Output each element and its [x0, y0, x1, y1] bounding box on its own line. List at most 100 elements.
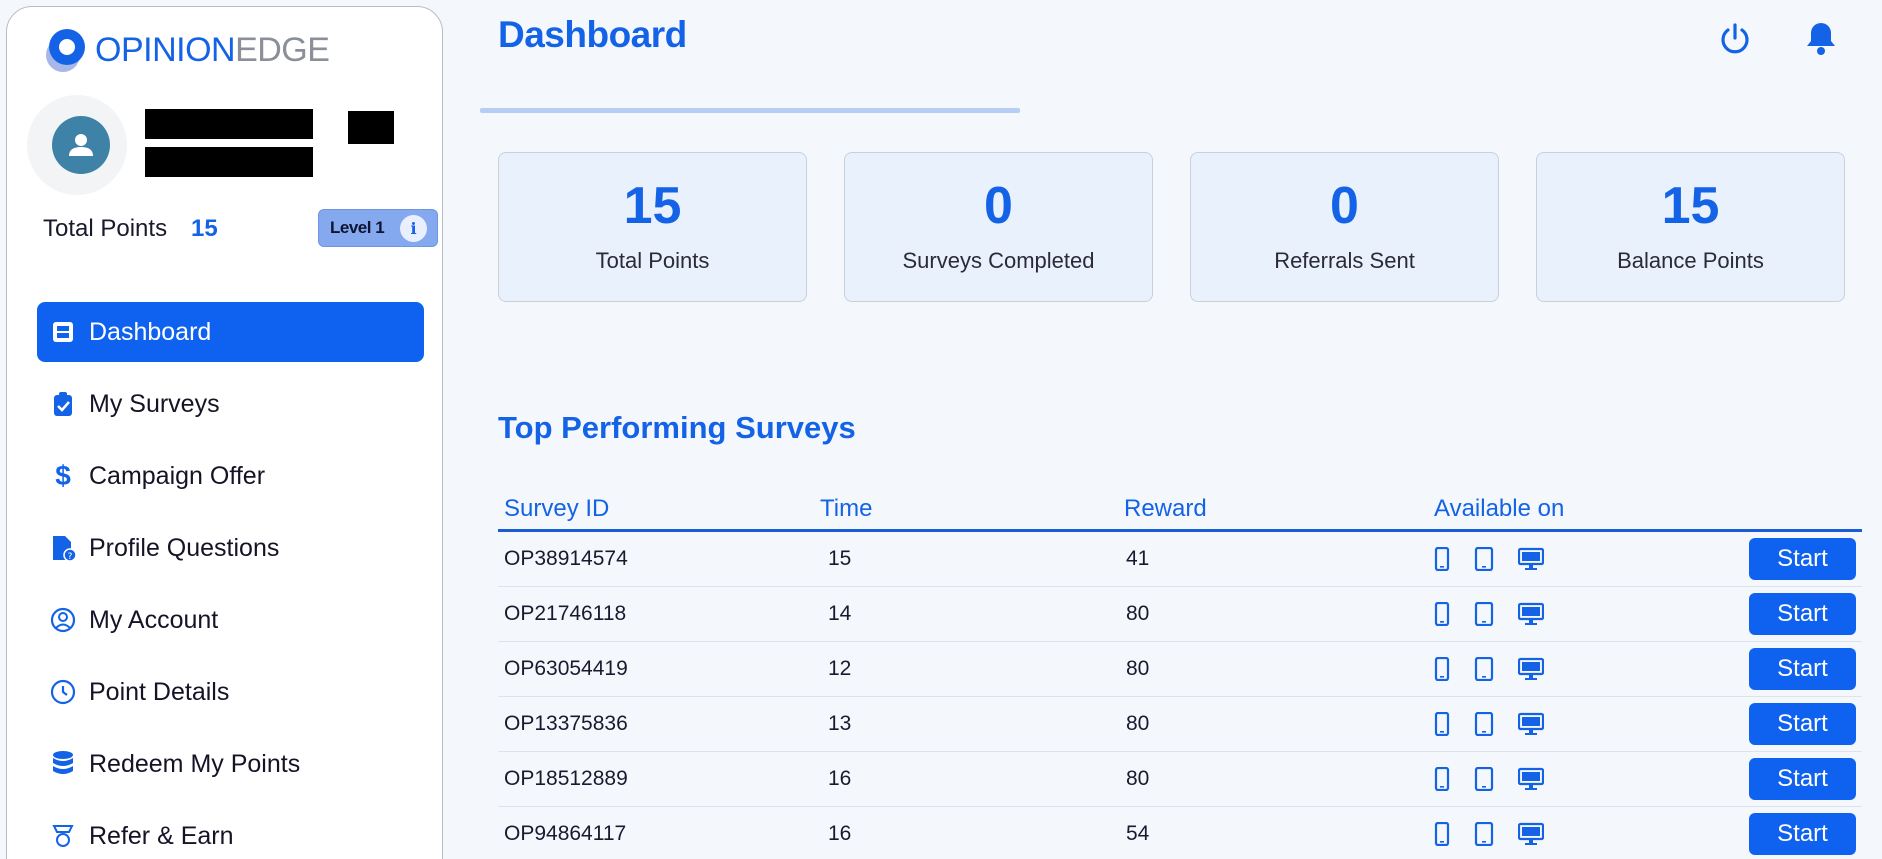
- clipboard-check-icon: [47, 388, 79, 420]
- reward-cell: 80: [1126, 657, 1150, 680]
- table-body: OP38914574 15 41 Start OP21746118 14 80: [498, 532, 1862, 859]
- column-header-survey-id: Survey ID: [504, 494, 610, 522]
- sidebar-item-label: My Account: [89, 605, 219, 634]
- info-icon[interactable]: i: [400, 215, 427, 242]
- desktop-icon: [1518, 602, 1544, 626]
- stats-row: 15 Total Points 0 Surveys Completed 0 Re…: [498, 152, 1845, 302]
- desktop-icon: [1518, 822, 1544, 846]
- start-survey-button[interactable]: Start: [1749, 538, 1856, 580]
- table-row: OP13375836 13 80 Start: [498, 697, 1862, 752]
- database-icon: [47, 748, 79, 780]
- points-row: Total Points 15 Level 1 i: [43, 209, 439, 249]
- sidebar-item-label: My Surveys: [89, 389, 220, 418]
- sidebar-item-label: Point Details: [89, 677, 230, 706]
- tablet-icon: [1474, 822, 1494, 846]
- sidebar-item-my-surveys[interactable]: My Surveys: [37, 374, 424, 434]
- redacted-block: [348, 111, 394, 144]
- section-title: Top Performing Surveys: [498, 410, 856, 445]
- desktop-icon: [1518, 657, 1544, 681]
- page-title: Dashboard: [498, 14, 687, 55]
- stat-label: Surveys Completed: [902, 248, 1095, 273]
- devices-cell: [1434, 712, 1696, 736]
- title-underline: [480, 108, 1020, 113]
- sidebar-item-point-details[interactable]: Point Details: [37, 662, 424, 722]
- table-row: OP94864117 16 54 Start: [498, 807, 1862, 859]
- time-cell: 16: [828, 822, 852, 845]
- action-cell: Start: [1696, 703, 1862, 745]
- start-survey-button[interactable]: Start: [1749, 593, 1856, 635]
- mobile-icon: [1434, 547, 1450, 571]
- sidebar-item-label: Dashboard: [89, 317, 212, 346]
- action-cell: Start: [1696, 648, 1862, 690]
- desktop-icon: [1518, 767, 1544, 791]
- reward-cell: 54: [1126, 822, 1150, 845]
- sidebar-item-redeem[interactable]: Redeem My Points: [37, 734, 424, 794]
- file-question-icon: ?: [47, 532, 79, 564]
- survey-id-cell: OP63054419: [504, 657, 628, 680]
- column-header-time: Time: [820, 494, 873, 522]
- stat-card-total-points: 15 Total Points: [498, 152, 807, 302]
- table-row: OP21746118 14 80 Start: [498, 587, 1862, 642]
- clock-icon: [47, 676, 79, 708]
- action-cell: Start: [1696, 538, 1862, 580]
- stat-label: Referrals Sent: [1274, 248, 1415, 273]
- reward-cell: 80: [1126, 767, 1150, 790]
- tablet-icon: [1474, 712, 1494, 736]
- user-icon: [69, 134, 93, 156]
- sidebar-item-campaign-offer[interactable]: $ Campaign Offer: [37, 446, 424, 506]
- sidebar-item-refer-earn[interactable]: Refer & Earn: [37, 806, 424, 859]
- sidebar: OPINIONEDGE Total Points 15 Level 1 i Da…: [6, 6, 443, 859]
- stat-card-balance-points: 15 Balance Points: [1536, 152, 1845, 302]
- start-survey-button[interactable]: Start: [1749, 703, 1856, 745]
- stat-card-surveys-completed: 0 Surveys Completed: [844, 152, 1153, 302]
- bell-icon[interactable]: [1801, 18, 1841, 58]
- level-badge[interactable]: Level 1 i: [318, 209, 438, 247]
- desktop-icon: [1518, 547, 1544, 571]
- start-survey-button[interactable]: Start: [1749, 648, 1856, 690]
- stat-value: 15: [1661, 177, 1720, 235]
- power-icon[interactable]: [1715, 18, 1755, 58]
- brand-logo[interactable]: OPINIONEDGE: [43, 25, 330, 75]
- survey-id-cell: OP13375836: [504, 712, 628, 735]
- total-points-value: 15: [191, 215, 218, 242]
- total-points-label: Total Points: [43, 215, 168, 242]
- sidebar-nav: Dashboard My Surveys $ Campaign Offer ? …: [37, 302, 424, 859]
- start-survey-button[interactable]: Start: [1749, 813, 1856, 855]
- time-cell: 13: [828, 712, 852, 735]
- mobile-icon: [1434, 712, 1450, 736]
- start-survey-button[interactable]: Start: [1749, 758, 1856, 800]
- stat-label: Balance Points: [1617, 248, 1764, 273]
- opinionedge-logo-icon: [43, 25, 87, 75]
- dollar-icon: $: [55, 460, 71, 491]
- survey-id-cell: OP94864117: [504, 822, 627, 845]
- survey-id-cell: OP38914574: [504, 547, 628, 570]
- devices-cell: [1434, 602, 1696, 626]
- stat-value: 0: [1330, 177, 1359, 235]
- stat-value: 15: [623, 177, 682, 235]
- mobile-icon: [1434, 657, 1450, 681]
- table-row: OP18512889 16 80 Start: [498, 752, 1862, 807]
- brand-name: OPINIONEDGE: [95, 31, 330, 69]
- sidebar-item-dashboard[interactable]: Dashboard: [37, 302, 424, 362]
- stat-value: 0: [984, 177, 1013, 235]
- action-cell: Start: [1696, 758, 1862, 800]
- table-row: OP38914574 15 41 Start: [498, 532, 1862, 587]
- sidebar-item-label: Refer & Earn: [89, 821, 234, 850]
- reward-cell: 80: [1126, 602, 1150, 625]
- redacted-email-block: [145, 147, 313, 177]
- mobile-icon: [1434, 822, 1450, 846]
- survey-id-cell: OP21746118: [504, 602, 627, 625]
- sidebar-item-my-account[interactable]: My Account: [37, 590, 424, 650]
- tablet-icon: [1474, 657, 1494, 681]
- devices-cell: [1434, 547, 1696, 571]
- stat-label: Total Points: [595, 248, 710, 273]
- reward-cell: 80: [1126, 712, 1150, 735]
- devices-cell: [1434, 767, 1696, 791]
- tablet-icon: [1474, 602, 1494, 626]
- tablet-icon: [1474, 547, 1494, 571]
- sidebar-item-profile-questions[interactable]: ? Profile Questions: [37, 518, 424, 578]
- avatar[interactable]: [52, 116, 110, 174]
- time-cell: 16: [828, 767, 852, 790]
- devices-cell: [1434, 657, 1696, 681]
- devices-cell: [1434, 822, 1696, 846]
